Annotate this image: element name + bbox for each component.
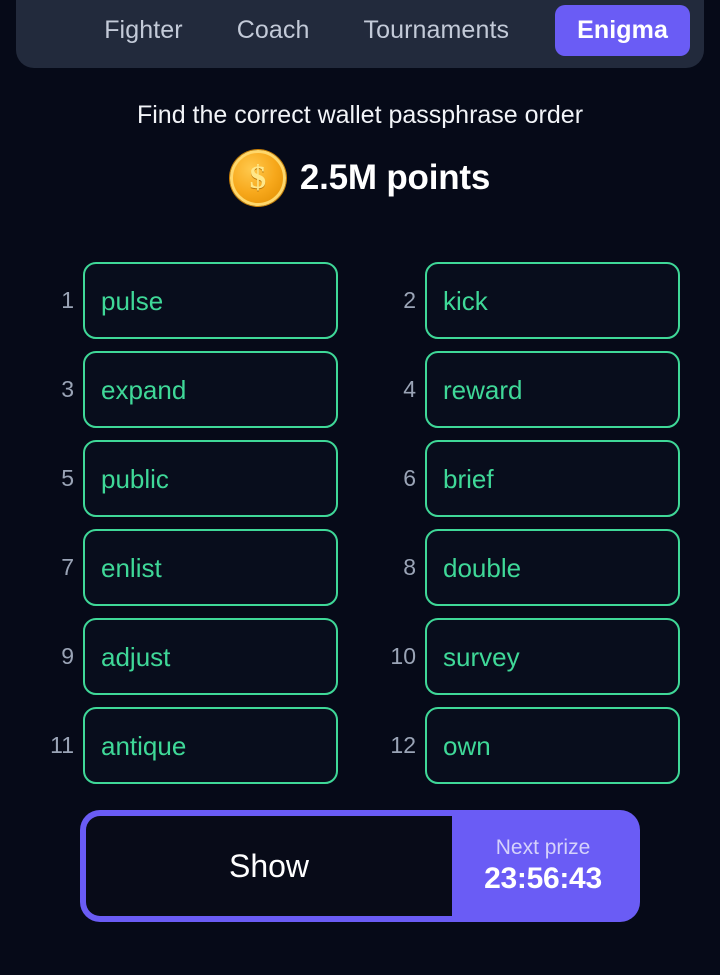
word-tile-1[interactable]: pulse [83, 262, 338, 339]
word-tile-5[interactable]: public [83, 440, 338, 517]
word-index: 4 [403, 376, 416, 402]
word-index: 8 [403, 554, 416, 580]
word-index: 11 [50, 732, 74, 758]
word-tile-12[interactable]: own [425, 707, 680, 784]
tab-enigma[interactable]: Enigma [555, 4, 690, 56]
word-cell: 7 enlist [40, 529, 338, 606]
coin-dollar-icon: $ [229, 150, 286, 206]
main-tab-bar: Fighter Coach Tournaments Enigma [16, 0, 704, 68]
word-label: adjust [101, 641, 171, 672]
word-label: antique [101, 730, 187, 761]
word-cell: 4 reward [382, 351, 680, 428]
word-index: 6 [403, 465, 416, 491]
word-label: kick [443, 285, 488, 316]
word-label: enlist [101, 552, 162, 583]
points-row: $ 2.5M points [0, 150, 720, 206]
show-button[interactable]: Show [86, 816, 452, 916]
word-tile-2[interactable]: kick [425, 262, 680, 339]
word-cell: 1 pulse [40, 262, 338, 339]
word-index: 12 [390, 732, 416, 758]
word-label: pulse [101, 285, 164, 316]
passphrase-grid: 1 pulse 2 kick 3 expand 4 reward 5 publi… [40, 262, 680, 784]
word-cell: 11 antique [40, 707, 338, 784]
show-button-label: Show [228, 847, 310, 884]
word-index: 9 [61, 643, 74, 669]
word-tile-9[interactable]: adjust [83, 618, 338, 695]
action-bar: Show Next prize 23:56:43 [80, 810, 640, 922]
word-index: 3 [61, 376, 74, 402]
next-prize-label: Next prize [495, 836, 591, 859]
word-cell: 2 kick [382, 262, 680, 339]
word-cell: 10 survey [382, 618, 680, 695]
word-cell: 9 adjust [40, 618, 338, 695]
word-index: 5 [61, 465, 74, 491]
tab-coach[interactable]: Coach [221, 9, 326, 52]
word-tile-7[interactable]: enlist [83, 529, 338, 606]
word-label: double [443, 552, 522, 583]
word-label: public [101, 463, 169, 494]
next-prize-panel[interactable]: Next prize 23:56:43 [452, 816, 634, 916]
word-cell: 3 expand [40, 351, 338, 428]
enigma-screen: Fighter Coach Tournaments Enigma Find th… [0, 0, 720, 975]
tab-fighter[interactable]: Fighter [88, 9, 199, 52]
word-cell: 6 brief [382, 440, 680, 517]
word-tile-8[interactable]: double [425, 529, 680, 606]
word-label: brief [443, 463, 494, 494]
next-prize-timer: 23:56:43 [484, 862, 602, 895]
word-label: expand [101, 374, 187, 405]
word-index: 1 [61, 287, 74, 313]
word-tile-6[interactable]: brief [425, 440, 680, 517]
word-index: 2 [403, 287, 416, 313]
word-label: reward [443, 374, 523, 405]
word-tile-10[interactable]: survey [425, 618, 680, 695]
word-label: survey [443, 641, 520, 672]
word-index: 7 [61, 554, 74, 580]
points-amount: 2.5M points [299, 158, 491, 197]
word-cell: 8 double [382, 529, 680, 606]
word-tile-3[interactable]: expand [83, 351, 338, 428]
word-tile-11[interactable]: antique [83, 707, 338, 784]
word-cell: 5 public [40, 440, 338, 517]
word-label: own [443, 730, 491, 761]
word-tile-4[interactable]: reward [425, 351, 680, 428]
word-cell: 12 own [382, 707, 680, 784]
tab-tournaments[interactable]: Tournaments [347, 9, 525, 52]
page-title: Find the correct wallet passphrase order [136, 101, 584, 129]
coin-dollar-glyph: $ [249, 159, 267, 196]
word-index: 10 [390, 643, 416, 669]
